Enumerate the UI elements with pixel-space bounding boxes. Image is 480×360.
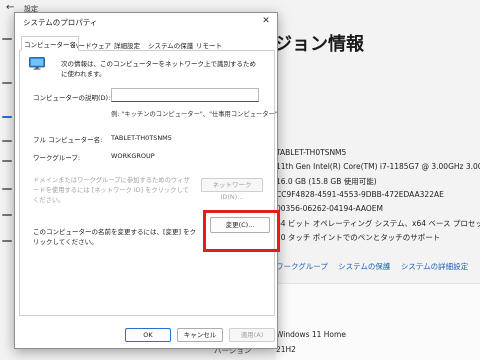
link-advanced-settings[interactable]: システムの詳細設定	[401, 262, 468, 271]
sidebar-icon[interactable]	[2, 240, 12, 242]
spec-ram: 16.0 GB (15.8 GB 使用可能)	[276, 177, 377, 186]
sidebar-icon[interactable]	[2, 160, 12, 162]
rename-description: このコンピューターの名前を変更するには、[変更] をクリックしてください。	[33, 228, 197, 246]
spec-device-name: TABLET-TH0TSNM5	[276, 148, 347, 157]
spec-product-id: 00356-06262-04194-AAOEM	[276, 204, 383, 213]
spec-processor: 11th Gen Intel(R) Core(TM) i7-1185G7 @ 3…	[276, 162, 480, 171]
dialog-footer: OK キャンセル 適用(A)	[15, 316, 277, 348]
sidebar-icon[interactable]	[2, 38, 12, 40]
windows-spec-panel	[276, 283, 480, 360]
description-label: コンピューターの説明(D):	[33, 94, 111, 102]
sidebar-selected-indicator	[2, 116, 12, 118]
workgroup-value: WORKGROUP	[111, 152, 155, 160]
os-edition-value: Windows 11 Home	[276, 330, 346, 339]
sidebar-icon[interactable]	[2, 214, 12, 216]
dialog-tabs: コンピューター名 ハードウェア 詳細設定 システムの保護 リモート	[19, 36, 275, 52]
tab-system-protection[interactable]: システムの保護	[146, 38, 195, 52]
dialog-title: システムのプロパティ	[23, 18, 98, 27]
os-version-value: 21H2	[276, 345, 296, 354]
sidebar-icon[interactable]	[2, 82, 12, 84]
spec-system-type: 64 ビット オペレーティング システム、x64 ベース プロセッサ	[276, 219, 480, 228]
system-properties-dialog: システムのプロパティ ✕ コンピューター名 ハードウェア 詳細設定 システムの保…	[14, 12, 280, 349]
ok-button[interactable]: OK	[125, 328, 171, 342]
apply-button[interactable]: 適用(A)	[229, 328, 275, 342]
network-id-button[interactable]: ネットワーク ID(N)...	[201, 178, 263, 201]
description-example: 例: "キッチンのコンピューター"、"仕事用コンピューター"	[111, 111, 278, 118]
close-icon[interactable]: ✕	[259, 15, 273, 27]
full-name-value: TABLET-TH0TSNM5	[111, 134, 172, 142]
workgroup-label: ワークグループ:	[33, 154, 81, 162]
highlight-box	[203, 210, 280, 252]
tab-hardware[interactable]: ハードウェア	[70, 38, 113, 52]
page-title: ジョン情報	[274, 34, 364, 55]
spec-pen-touch: 10 タッチ ポイントでのペンとタッチのサポート	[276, 233, 441, 242]
link-system-protection[interactable]: システムの保護	[338, 262, 390, 271]
computer-description-input[interactable]	[111, 88, 259, 102]
spec-device-id: CC9F4828-4591-4553-9DBB-472EDAA322AE	[276, 190, 444, 199]
intro-text: 次の情報は、このコンピューターをネットワーク上で識別するために使われます。	[61, 60, 256, 78]
tab-advanced[interactable]: 詳細設定	[112, 38, 142, 52]
link-workgroup[interactable]: ワークグループ	[276, 262, 328, 271]
related-links: ワークグループ システムの保護 システムの詳細設定	[276, 261, 476, 272]
tab-remote[interactable]: リモート	[194, 38, 224, 52]
computer-monitor-icon	[29, 57, 45, 70]
sidebar-icon[interactable]	[2, 188, 12, 190]
full-name-label: フル コンピューター名:	[33, 136, 103, 144]
sidebar-icon[interactable]	[2, 140, 12, 142]
cancel-button[interactable]: キャンセル	[177, 328, 223, 342]
network-id-description: ドメインまたはワークグループに参加するためのウィザードを使用するには [ネットワ…	[33, 177, 190, 204]
